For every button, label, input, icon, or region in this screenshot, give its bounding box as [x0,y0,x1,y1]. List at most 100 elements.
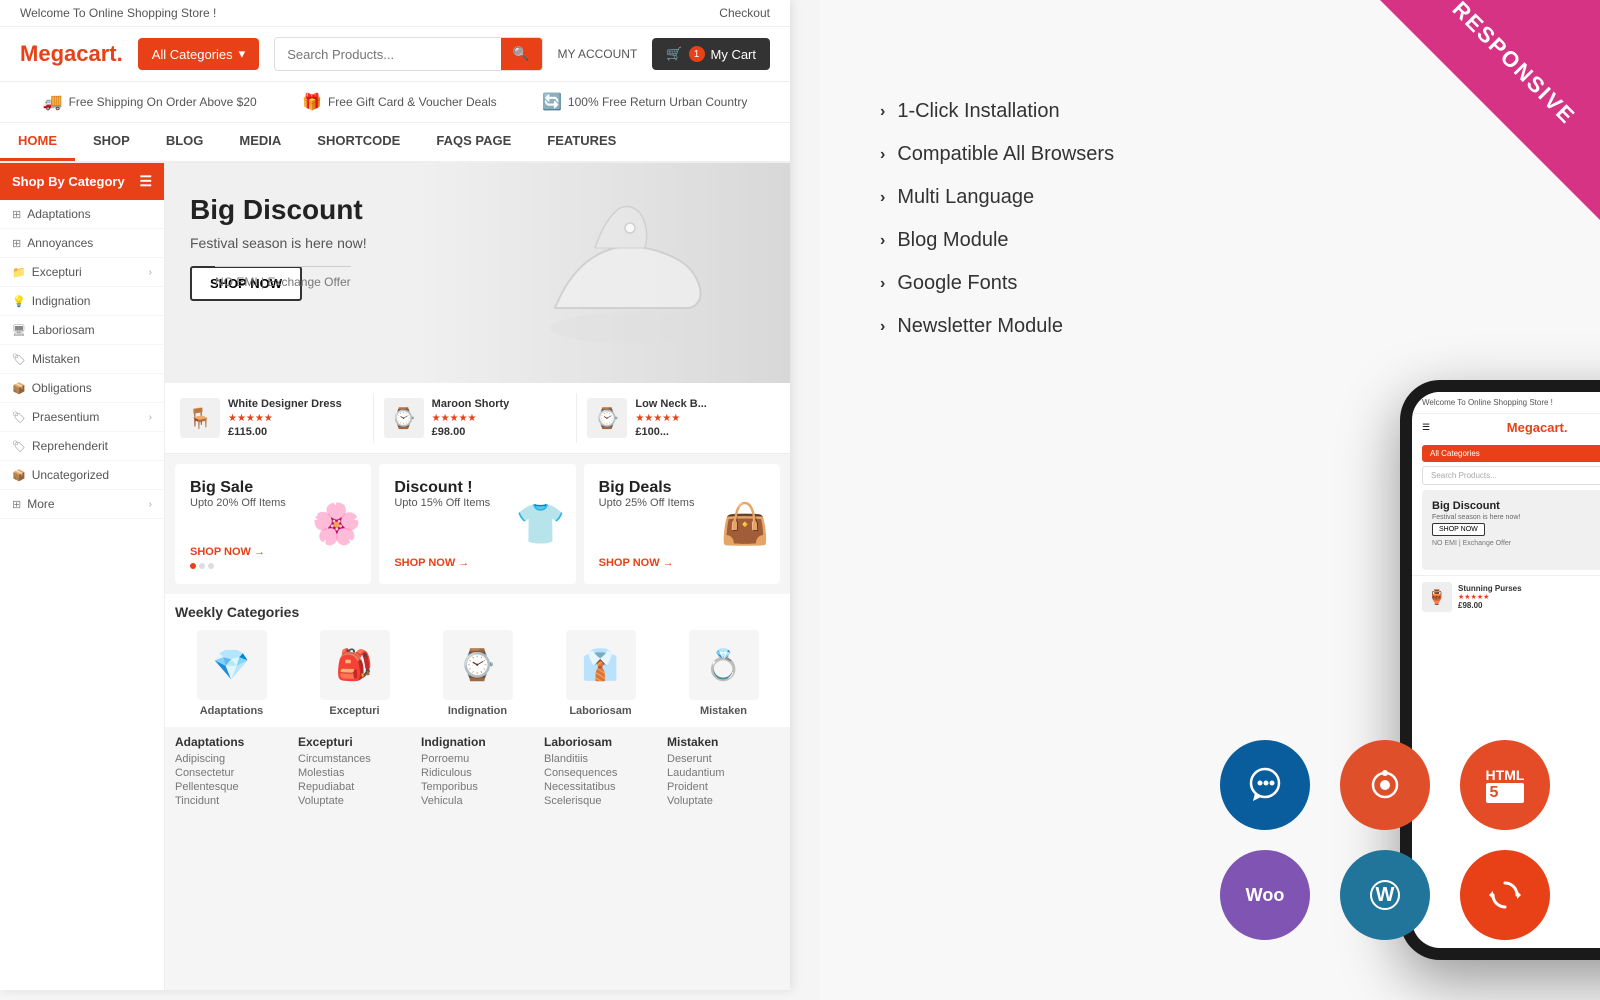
hero-shoe-image [530,173,730,373]
cat-item[interactable]: Ridiculous [421,767,534,779]
cat-item[interactable]: Tincidunt [175,795,288,807]
sidebar-item-left: ⊞ More [12,497,55,511]
phone-category-button[interactable]: All Categories [1422,445,1600,462]
sidebar-item-uncategorized[interactable]: 📦 Uncategorized [0,461,164,490]
cat-item[interactable]: Proident [667,781,780,793]
content-area: Big Discount Festival season is here now… [165,163,790,990]
tech-icons: HTML 5 Woo W [1220,740,1560,940]
cat-item[interactable]: Adipiscing [175,753,288,765]
cat-col-title-3: Indignation [421,735,534,749]
search-button[interactable]: 🔍 [501,38,542,70]
phone-logo-m: M [1507,420,1518,435]
nav-shortcode[interactable]: SHORTCODE [299,123,418,161]
cat-item[interactable]: Circumstances [298,753,411,765]
tech-icon-prestashop[interactable] [1340,740,1430,830]
sidebar-item-left: 💡 Indignation [12,294,90,308]
tech-icon-woo[interactable]: Woo [1220,850,1310,940]
cat-col-laboriosam: Laboriosam Blanditiis Consequences Neces… [544,735,657,809]
sidebar-item-laboriosam[interactable]: 🖥 Laboriosam [0,316,164,345]
phone-search-placeholder: Search Products... [1431,471,1497,480]
cat-item[interactable]: Pellentesque [175,781,288,793]
cat-item[interactable]: Voluptate [667,795,780,807]
sidebar-title: Shop By Category [12,174,125,189]
cat-item[interactable]: Voluptate [298,795,411,807]
cat-item[interactable]: Deserunt [667,753,780,765]
sidebar-item-left: ⊞ Adaptations [12,207,91,221]
sale-link-3[interactable]: SHOP NOW → [599,557,765,569]
weekly-item-adaptations[interactable]: 💎 Adaptations [175,630,288,717]
account-link[interactable]: MY ACCOUNT [558,47,638,61]
grid-icon: ⊞ [12,237,21,250]
cat-item[interactable]: Molestias [298,767,411,779]
product-card-dress[interactable]: 🪑 White Designer Dress ★★★★★ £115.00 [175,393,374,443]
weekly-item-mistaken[interactable]: 💍 Mistaken [667,630,780,717]
cat-item[interactable]: Consectetur [175,767,288,779]
product-card-shorty[interactable]: ⌚ Maroon Shorty ★★★★★ £98.00 [379,393,578,443]
benefit-return-text: 100% Free Return Urban Country [568,95,747,109]
hero-offer: NO EMI | Exchange Offer [215,266,351,289]
phone-product-details: Stunning Purses ★★★★★ £98.00 [1458,584,1522,610]
sidebar-item-praesentium[interactable]: 🏷 Praesentium › [0,403,164,432]
nav-media[interactable]: MEDIA [221,123,299,161]
store-header: Megacart. All Categories ▾ 🔍 MY ACCOUNT … [0,27,790,82]
sidebar-item-mistaken[interactable]: 🏷 Mistaken [0,345,164,374]
cart-button[interactable]: 🛒 1 My Cart [652,38,770,70]
nav-bar: HOME SHOP BLOG MEDIA SHORTCODE FAQS PAGE… [0,123,790,163]
phone-product[interactable]: 🏺 Stunning Purses ★★★★★ £98.00 [1412,575,1600,618]
cat-item[interactable]: Repudiabat [298,781,411,793]
tech-icon-wordpress[interactable]: W [1340,850,1430,940]
sale-link-1[interactable]: SHOP NOW → [190,546,356,558]
sidebar-item-left: 🏷 Reprehenderit [12,439,108,453]
cat-col-title-2: Excepturi [298,735,411,749]
tech-icon-chat[interactable] [1220,740,1310,830]
cat-item[interactable]: Necessitatibus [544,781,657,793]
cat-col-excepturi: Excepturi Circumstances Molestias Repudi… [298,735,411,809]
nav-features[interactable]: FEATURES [529,123,634,161]
sale-link-2[interactable]: SHOP NOW → [394,557,560,569]
cat-item[interactable]: Temporibus [421,781,534,793]
tech-icon-html5[interactable]: HTML 5 [1460,740,1550,830]
weekly-item-excepturi[interactable]: 🎒 Excepturi [298,630,411,717]
weekly-item-indignation[interactable]: ⌚ Indignation [421,630,534,717]
chevron-right-icon: › [880,318,885,336]
phone-product-title: Stunning Purses [1458,584,1522,593]
box-icon: 📦 [12,382,26,395]
phone-shop-now-button[interactable]: SHOP NOW [1432,523,1485,536]
sidebar-item-obligations[interactable]: 📦 Obligations [0,374,164,403]
tech-icon-update[interactable] [1460,850,1550,940]
cat-item[interactable]: Vehicula [421,795,534,807]
nav-home[interactable]: HOME [0,123,75,161]
nav-blog[interactable]: BLOG [148,123,222,161]
chevron-right-icon: › [880,275,885,293]
cat-col-title-1: Adaptations [175,735,288,749]
cart-count: 1 [689,46,705,62]
nav-faqs[interactable]: FAQS PAGE [418,123,529,161]
shoe-svg [535,178,725,368]
phone-topbar: Welcome To Online Shopping Store ! ⋮ [1412,392,1600,414]
sidebar-item-adaptations[interactable]: ⊞ Adaptations [0,200,164,229]
product-name-neck: Low Neck B... [635,398,707,410]
bulb-icon: 💡 [12,295,26,308]
sidebar-item-annoyances[interactable]: ⊞ Annoyances [0,229,164,258]
sidebar-item-excepturi[interactable]: 📁 Excepturi › [0,258,164,287]
grid2-icon: ⊞ [12,498,21,511]
cat-item[interactable]: Laudantium [667,767,780,779]
category-sub-section: Adaptations Adipiscing Consectetur Pelle… [165,727,790,817]
product-name-dress: White Designer Dress [228,398,342,410]
cat-item[interactable]: Porroemu [421,753,534,765]
chevron-right-icon: › [149,267,152,278]
cat-item[interactable]: Consequences [544,767,657,779]
sidebar-label-reprehenderit: Reprehenderit [32,439,108,453]
weekly-label-excepturi: Excepturi [329,705,379,717]
category-dropdown-button[interactable]: All Categories ▾ [138,38,259,70]
search-input[interactable] [275,38,501,70]
nav-shop[interactable]: SHOP [75,123,148,161]
sidebar-item-more[interactable]: ⊞ More › [0,490,164,519]
product-card-neck[interactable]: ⌚ Low Neck B... ★★★★★ £100... [582,393,780,443]
cat-item[interactable]: Scelerisque [544,795,657,807]
weekly-item-laboriosam[interactable]: 👔 Laboriosam [544,630,657,717]
cat-item[interactable]: Blanditiis [544,753,657,765]
sidebar-item-indignation[interactable]: 💡 Indignation [0,287,164,316]
sidebar-item-reprehenderit[interactable]: 🏷 Reprehenderit [0,432,164,461]
topbar-checkout[interactable]: Checkout [719,6,770,20]
